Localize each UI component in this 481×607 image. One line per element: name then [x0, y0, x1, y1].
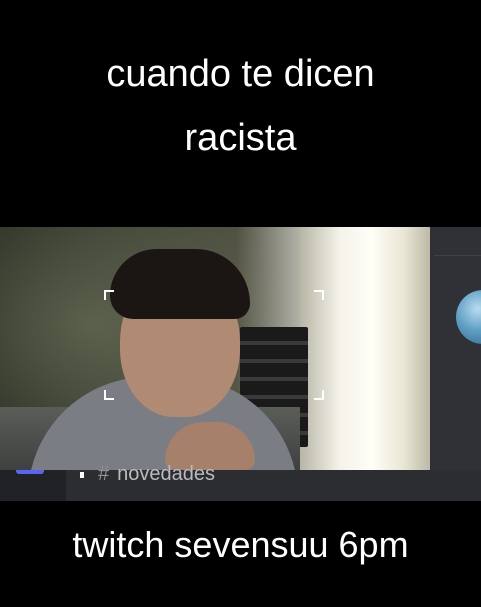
person-hair: [110, 249, 250, 319]
hash-icon: #: [98, 463, 110, 485]
focus-corner-icon: [314, 290, 324, 300]
caption-top-line1: cuando te dicen: [106, 53, 375, 95]
divider: [434, 255, 481, 256]
channel-item-novedades[interactable]: # novedades: [80, 462, 215, 486]
avatar[interactable]: [456, 290, 481, 344]
caption-bottom: twitch sevensuu 6pm: [72, 524, 409, 565]
webcam-video[interactable]: [0, 227, 430, 470]
curtain: [300, 227, 430, 470]
channel-name: novedades: [117, 463, 215, 485]
focus-corner-icon: [104, 390, 114, 400]
unread-indicator: [16, 470, 44, 474]
caption-top-line2: racista: [184, 117, 297, 159]
member-list-panel: [430, 227, 481, 501]
server-rail: [0, 470, 66, 501]
caption-top: cuando te dicen racista: [0, 42, 481, 170]
focus-corner-icon: [314, 390, 324, 400]
unread-dot-icon: [80, 471, 84, 478]
channel-strip: # novedades: [0, 463, 481, 501]
video-frame: # novedades: [0, 227, 481, 501]
focus-corner-icon: [104, 290, 114, 300]
